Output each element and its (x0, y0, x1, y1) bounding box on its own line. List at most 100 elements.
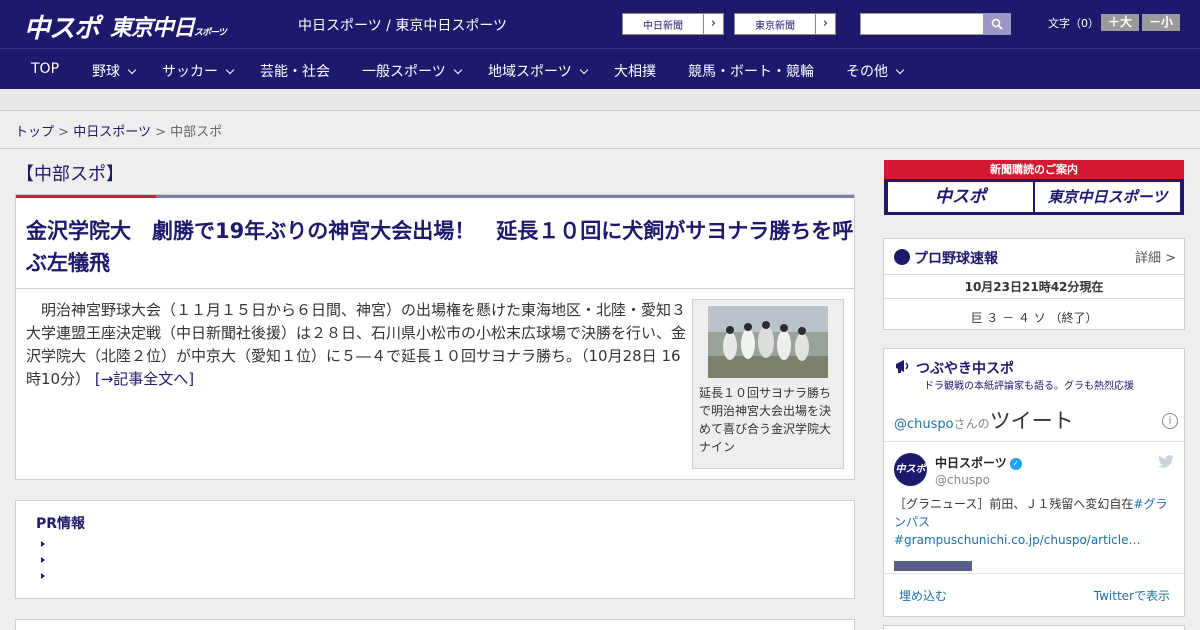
breadcrumb-separator: > (155, 125, 166, 140)
tweet-media-image (894, 561, 972, 571)
top-header-bar: 中スポ 東京中日スポーツ 中日スポーツ / 東京中日スポーツ 中日新聞 › 東京… (0, 0, 1200, 48)
nav-item-sumo[interactable]: 大相撲 (614, 61, 656, 81)
nav-label: 競馬・ボート・競輪 (688, 64, 814, 80)
nav-item-other[interactable]: その他 (846, 61, 905, 81)
sub-nav-bar (0, 89, 1200, 111)
tweet-author-name[interactable]: 中日スポーツ ✓ (935, 454, 1022, 471)
chevron-right-icon: › (815, 14, 835, 34)
article-headline[interactable]: 金沢学院大 劇勝で19年ぶりの神宮大会出場！ 延長１０回に犬飼がサヨナラ勝ちを呼… (26, 215, 854, 279)
nav-item-entertainment[interactable]: 芸能・社会 (260, 61, 330, 81)
chevron-down-icon (453, 65, 462, 75)
nav-item-racing[interactable]: 競馬・ボート・競輪 (688, 61, 814, 81)
nav-item-baseball[interactable]: 野球 (92, 61, 137, 81)
main-nav: TOP 野球 サッカー 芸能・社会 一般スポーツ 地域スポーツ 大相撲 競馬・ボ… (0, 48, 1200, 89)
nav-label: 一般スポーツ (362, 64, 446, 80)
chevron-down-icon (225, 65, 235, 75)
verified-icon: ✓ (1009, 457, 1022, 470)
avatar[interactable]: 中スポ (894, 453, 927, 486)
tokyo-shimbun-label: 東京新聞 (755, 21, 795, 32)
breadcrumb-top[interactable]: トップ (15, 125, 54, 140)
breadcrumb-chunichi-sports[interactable]: 中日スポーツ (73, 125, 151, 140)
nav-item-soccer[interactable]: サッカー (162, 61, 235, 81)
chuspo-logo[interactable]: 中スポ (24, 8, 100, 45)
nav-label: その他 (846, 64, 888, 80)
read-more-link[interactable]: [→記事全文へ] (95, 370, 194, 388)
next-section-card (15, 619, 855, 630)
next-widget-card (883, 625, 1185, 630)
twitter-widget-subtitle: ドラ観戦の本紙評論家も語る。グラも熱烈応援 (924, 381, 1134, 392)
tweet-text: ［グラニュース］前田、Ｊ１残留へ変幻自在#グランパス #grampuschuni… (894, 495, 1176, 549)
twitter-widget: つぶやき中スポ ドラ観戦の本紙評論家も語る。グラも熱烈応援 @chuspoさんの… (883, 348, 1185, 617)
font-size-down-button[interactable]: －小 (1142, 14, 1180, 31)
tweet-text-body: ［グラニュース］前田、Ｊ１残留へ変幻自在 (894, 497, 1134, 511)
baseball-score[interactable]: 巨 ３ － ４ ソ （終了） (884, 309, 1184, 326)
subscription-banner-title: 新聞購読のご案内 (884, 160, 1184, 179)
bullet-icon (41, 573, 45, 579)
subscription-chuspo-tile[interactable]: 中スポ (888, 182, 1033, 212)
tweet-author-name-text: 中日スポーツ (935, 456, 1007, 470)
tokyo-logo-text: 東京中日 (110, 16, 195, 41)
search-input[interactable] (860, 13, 984, 35)
site-title-link[interactable]: 中日スポーツ / 東京中日スポーツ (298, 15, 507, 35)
subscription-banner[interactable]: 新聞購読のご案内 中スポ 東京中日スポーツ (884, 160, 1184, 215)
search-button[interactable] (983, 13, 1011, 35)
nav-label: 芸能・社会 (260, 64, 330, 80)
tokyo-chunichi-logo[interactable]: 東京中日スポーツ (110, 10, 227, 42)
font-size-up-button[interactable]: ＋大 (1101, 14, 1139, 31)
nav-label: 野球 (92, 64, 120, 80)
nav-label: サッカー (162, 64, 218, 80)
twitter-header-divider (884, 441, 1184, 442)
twitter-footer-divider (884, 573, 1184, 574)
article-accent-line (16, 195, 156, 198)
tweet-media-preview[interactable] (894, 561, 1176, 571)
chevron-down-icon (895, 65, 905, 75)
twitter-handle-link[interactable]: @chuspo (894, 417, 954, 432)
nav-item-local-sports[interactable]: 地域スポーツ (488, 61, 588, 81)
bullet-icon (41, 557, 45, 563)
embed-link[interactable]: 埋め込む (899, 587, 947, 604)
subscription-tokyo-tile[interactable]: 東京中日スポーツ (1035, 182, 1180, 212)
pr-card: PR情報 (15, 500, 855, 599)
search-icon (991, 18, 1003, 30)
nav-label: 大相撲 (614, 64, 656, 80)
twitter-tweet-word: ツイート (989, 409, 1074, 433)
baseball-detail-link[interactable]: 詳細 > (1135, 247, 1176, 266)
chunichi-shimbun-button[interactable]: 中日新聞 › (622, 13, 724, 35)
pr-title: PR情報 (36, 516, 86, 532)
article-top-line (156, 195, 854, 198)
twitter-bird-icon[interactable] (1158, 455, 1174, 468)
chevron-down-icon (127, 65, 137, 75)
article-photo[interactable] (708, 306, 828, 378)
nav-label: 地域スポーツ (488, 64, 572, 80)
breadcrumb-divider (0, 148, 1200, 149)
nav-item-top[interactable]: TOP (31, 61, 59, 77)
tweet-author-handle[interactable]: @chuspo (935, 473, 990, 487)
twitter-timeline-header: @chuspoさんのツイート (894, 405, 1074, 435)
bullet-icon (41, 541, 45, 547)
nav-item-general-sports[interactable]: 一般スポーツ (362, 61, 462, 81)
view-on-twitter-link[interactable]: Twitterで表示 (1094, 587, 1170, 604)
chevron-right-icon: › (703, 14, 723, 34)
twitter-widget-title: つぶやき中スポ (916, 361, 1014, 377)
chunichi-shimbun-label: 中日新聞 (643, 21, 683, 32)
font-size-label: 文字（0） (1048, 17, 1099, 30)
article-card: 金沢学院大 劇勝で19年ぶりの神宮大会出場！ 延長１０回に犬飼がサヨナラ勝ちを呼… (15, 194, 855, 480)
baseball-score-widget: プロ野球速報 詳細 > 10月23日21時42分現在 巨 ３ － ４ ソ （終了… (883, 238, 1185, 330)
photo-caption: 延長１０回サヨナラ勝ちで明治神宮大会出場を決めて喜び合う金沢学院大ナイン (699, 386, 832, 454)
breadcrumb-separator: > (58, 125, 70, 140)
breadcrumb-current: 中部スポ (170, 125, 223, 140)
tokyo-logo-small: スポーツ (194, 28, 227, 38)
baseball-icon (894, 249, 910, 265)
baseball-update-time: 10月23日21時42分現在 (884, 274, 1184, 299)
headline-divider (16, 288, 854, 289)
section-title: 【中部スポ】 (16, 164, 124, 185)
twitter-san-text: さんの (953, 417, 990, 431)
article-body: 明治神宮野球大会（１１月１５日から６日間、神宮）の出場権を懸けた東海地区・北陸・… (26, 299, 686, 391)
breadcrumb: トップ > 中日スポーツ > 中部スポ (15, 121, 222, 140)
chevron-down-icon (579, 65, 588, 75)
tokyo-shimbun-button[interactable]: 東京新聞 › (734, 13, 836, 35)
megaphone-icon (896, 360, 909, 373)
info-icon[interactable]: i (1162, 413, 1178, 429)
nav-label: TOP (31, 61, 60, 77)
baseball-widget-title: プロ野球速報 (914, 251, 998, 267)
